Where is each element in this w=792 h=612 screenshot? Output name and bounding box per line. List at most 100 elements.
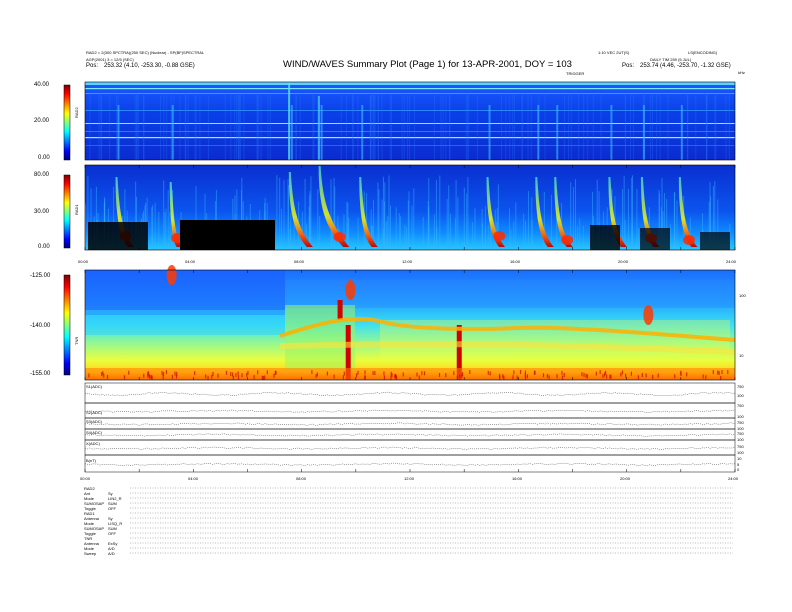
rad2-texture-streak (650, 95, 652, 160)
tnr-texture (207, 375, 209, 380)
tnr-ytick-mid: -140.00 (30, 323, 51, 329)
tnr-texture (637, 375, 639, 380)
rad2-texture-streak (230, 95, 232, 160)
tnr-texture (128, 370, 130, 375)
rad1-xtick: 16:00 (510, 259, 521, 264)
rad1-texture-streak (400, 216, 402, 250)
rad1-texture-streak (474, 208, 476, 250)
tnr-texture (416, 372, 418, 377)
ts-row-tick: 750 (737, 444, 744, 449)
rad1-texture-streak (466, 193, 468, 250)
rad2-texture-streak (138, 95, 139, 160)
rad1-texture-streak (638, 228, 640, 250)
tnr-ylabel: TNR (74, 336, 79, 345)
tnr-texture (512, 375, 514, 380)
rad2-texture-streak (389, 95, 391, 160)
rad1-texture-streak (347, 202, 349, 250)
ts-row-tick: 100 (737, 393, 744, 398)
rad1-texture-streak (276, 175, 278, 250)
rad2-texture-streak (224, 95, 226, 160)
tnr-texture (343, 371, 345, 376)
rad1-texture-streak (366, 193, 368, 250)
ts-row-tick: 750 (737, 431, 744, 436)
rad1-texture-streak (293, 221, 295, 250)
tnr-texture (264, 375, 266, 380)
rad2-ytick-top: 40.00 (34, 82, 50, 88)
tnr-texture (326, 371, 329, 376)
rad1-texture-streak (572, 186, 574, 250)
tnr-texture (225, 370, 228, 375)
ts-row-trace (84, 462, 736, 466)
rad1-texture-streak (467, 176, 469, 250)
rad1-burst-core (493, 231, 506, 241)
tnr-texture (438, 372, 441, 377)
time-series-panel (84, 382, 736, 473)
rad2-burst (171, 105, 174, 160)
rad2-texture-streak (98, 95, 100, 160)
tnr-texture (165, 370, 168, 375)
tnr-texture (657, 373, 659, 378)
ts-xtick: 08:00 (296, 476, 307, 481)
ts-row-label: S1(ADC) (86, 384, 103, 389)
rad2-texture-streak (240, 95, 241, 160)
rad2-texture-streak (390, 95, 392, 160)
status-rad1-val: OFF (108, 531, 116, 536)
tnr-burst (643, 305, 654, 325)
rad1-texture-streak (164, 212, 166, 250)
ts-row-tick: 100 (737, 414, 744, 419)
rad2-texture-streak (714, 95, 716, 160)
tnr-texture (602, 374, 604, 379)
tnr-texture (561, 375, 564, 380)
rad2-texture-streak (624, 95, 626, 160)
rad1-texture-streak (317, 189, 319, 250)
rad2-texture-streak (583, 95, 585, 160)
tnr-texture (103, 373, 105, 378)
tnr-texture (274, 370, 276, 375)
tnr-texture (581, 372, 583, 377)
tnr-texture (253, 375, 255, 380)
rad1-texture-streak (384, 182, 386, 250)
ts-row-trace (84, 391, 736, 397)
rad2-burst (361, 105, 364, 160)
tnr-texture (241, 373, 243, 378)
tnr-texture (603, 372, 606, 377)
rad2-texture-streak (243, 95, 245, 160)
tnr-burst (345, 280, 356, 300)
rad2-texture-streak (381, 95, 383, 160)
rad2-texture-streak (409, 95, 410, 160)
rad2-texture-streak (185, 95, 187, 160)
rad2-texture-streak (401, 95, 403, 160)
rad1-texture-streak (579, 218, 581, 250)
tnr-texture (516, 375, 518, 380)
rad1-data-gap (640, 228, 670, 250)
tnr-texture (101, 372, 103, 377)
status-panel (130, 487, 733, 554)
rad2-texture-streak (564, 95, 566, 160)
rad2-ytick-bottom: 0.00 (38, 155, 50, 161)
tnr-texture (599, 370, 601, 375)
rad2-texture-streak (652, 95, 653, 160)
rad1-texture-streak (167, 189, 169, 250)
rad2-texture-streak (530, 95, 532, 160)
ts-row-label: S2(ADC) (86, 410, 103, 415)
rad1-texture-streak (279, 177, 281, 250)
rad1-texture-streak (457, 197, 459, 250)
rad2-texture-streak (440, 95, 442, 160)
rad1-texture-streak (428, 178, 430, 250)
rad1-texture-streak (378, 189, 380, 250)
rad1-texture-streak (283, 180, 285, 250)
tnr-texture (231, 372, 234, 377)
rad2-texture-streak (207, 95, 209, 160)
status-rad2-val: OFF (108, 506, 116, 511)
tnr-texture (652, 374, 654, 379)
rad1-texture-streak (334, 186, 336, 250)
tnr-texture (212, 371, 214, 376)
rad2-texture-streak (373, 95, 375, 160)
tnr-texture (702, 374, 704, 379)
status-tnr-key: Sweep (84, 551, 97, 556)
tnr-texture (680, 372, 682, 377)
rad2-texture-streak (296, 95, 298, 160)
tnr-texture (585, 373, 587, 378)
tnr-texture (445, 373, 447, 378)
rad2-burst (317, 96, 320, 160)
